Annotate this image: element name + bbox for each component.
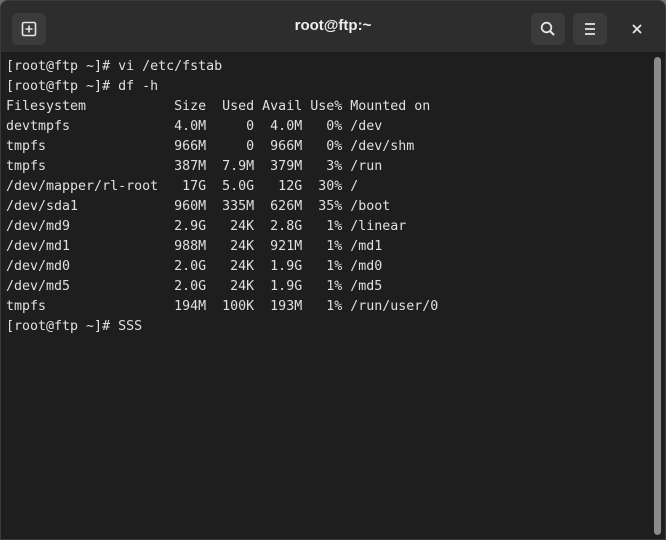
- terminal-line: /dev/sda1 960M 335M 626M 35% /boot: [6, 199, 391, 214]
- terminal-window: root@ftp:~ [root@ftp ~]# vi /etc/fstab […: [0, 0, 666, 540]
- terminal-line: [root@ftp ~]# df -h: [6, 79, 159, 94]
- terminal-output[interactable]: [root@ftp ~]# vi /etc/fstab [root@ftp ~]…: [1, 53, 651, 539]
- terminal-line: tmpfs 387M 7.9M 379M 3% /run: [6, 159, 383, 174]
- terminal-line: tmpfs 966M 0 966M 0% /dev/shm: [6, 139, 415, 154]
- scrollbar[interactable]: [651, 53, 665, 539]
- close-icon: [632, 24, 642, 34]
- menu-button[interactable]: [573, 13, 607, 45]
- close-button[interactable]: [621, 13, 653, 45]
- terminal-prompt-line: [root@ftp ~]# SSS: [6, 319, 143, 334]
- search-icon: [540, 21, 555, 36]
- terminal-line: [root@ftp ~]# vi /etc/fstab: [6, 59, 223, 74]
- terminal-line: /dev/mapper/rl-root 17G 5.0G 12G 30% /: [6, 179, 359, 194]
- scrollbar-thumb[interactable]: [654, 57, 661, 535]
- window-title: root@ftp:~: [294, 17, 372, 34]
- terminal-line: devtmpfs 4.0M 0 4.0M 0% /dev: [6, 119, 383, 134]
- terminal-line: tmpfs 194M 100K 193M 1% /run/user/0: [6, 299, 439, 314]
- terminal-line: /dev/md5 2.0G 24K 1.9G 1% /md5: [6, 279, 383, 294]
- title-bar[interactable]: root@ftp:~: [1, 1, 665, 53]
- terminal-line: /dev/md0 2.0G 24K 1.9G 1% /md0: [6, 259, 383, 274]
- search-button[interactable]: [531, 13, 565, 45]
- terminal-line: /dev/md1 988M 24K 921M 1% /md1: [6, 239, 383, 254]
- terminal-line: Filesystem Size Used Avail Use% Mounted …: [6, 99, 431, 114]
- terminal-line: /dev/md9 2.9G 24K 2.8G 1% /linear: [6, 219, 407, 234]
- hamburger-menu-icon: [585, 23, 595, 35]
